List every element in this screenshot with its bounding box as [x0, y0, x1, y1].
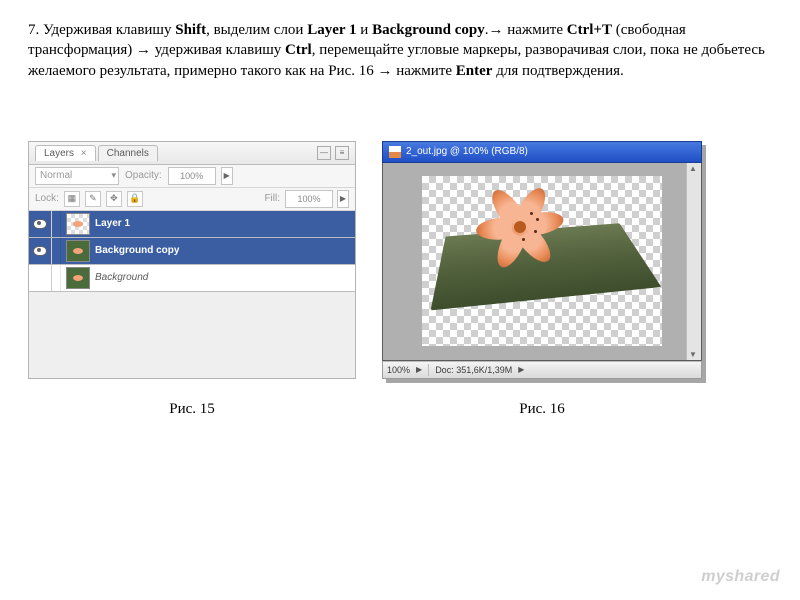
layer-row-bgcopy[interactable]: Background copy: [29, 238, 355, 265]
document-window: 2_out.jpg @ 100% (RGB/8) 100% ▶: [382, 141, 702, 379]
tab-layers-label: Layers: [44, 148, 74, 159]
window-titlebar[interactable]: 2_out.jpg @ 100% (RGB/8): [382, 141, 702, 163]
canvas-area[interactable]: [422, 176, 662, 346]
doc-size: Doc: 351,6K/1,39M: [435, 365, 512, 375]
blend-mode-combo[interactable]: Normal: [35, 167, 119, 185]
key-shift: Shift: [175, 22, 206, 38]
t: и: [357, 22, 373, 38]
layer-thumbnail: [66, 240, 90, 262]
t: , выделим слои: [206, 22, 307, 38]
caption-fig16: Рис. 16: [382, 401, 702, 418]
chevron-right-icon[interactable]: ▶: [221, 167, 233, 185]
layers-panel: Layers × Channels — ≡ Normal Opacity: 10…: [28, 141, 356, 379]
link-col: [52, 211, 61, 237]
close-icon[interactable]: ×: [81, 148, 87, 159]
vertical-scrollbar[interactable]: [686, 163, 701, 360]
layer-thumbnail: [66, 213, 90, 235]
visibility-toggle[interactable]: [29, 211, 52, 237]
lock-brush-icon[interactable]: ✎: [85, 191, 101, 207]
layer-name: Background: [95, 272, 148, 283]
zoom-value[interactable]: 100%: [387, 365, 410, 375]
fill-label: Fill:: [264, 193, 280, 204]
panel-empty-area: [29, 292, 355, 379]
divider: [428, 364, 429, 376]
lock-transparency-icon[interactable]: ▦: [64, 191, 80, 207]
fill-field[interactable]: 100%: [285, 190, 333, 208]
tab-channels-label: Channels: [107, 148, 149, 159]
t: .→ нажмите: [485, 22, 567, 38]
chevron-right-icon[interactable]: ▶: [518, 365, 524, 374]
tab-channels[interactable]: Channels: [98, 145, 158, 161]
opacity-field[interactable]: 100%: [168, 167, 216, 185]
t: для подтверждения.: [492, 63, 623, 79]
t: 7. Удерживая клавишу: [28, 22, 175, 38]
panel-tabs: Layers × Channels — ≡: [29, 142, 355, 165]
lock-all-icon[interactable]: 🔒: [127, 191, 143, 207]
key-enter: Enter: [456, 63, 493, 79]
layer-name: Background copy: [95, 245, 179, 256]
chevron-right-icon[interactable]: ▶: [337, 190, 349, 208]
opacity-label: Opacity:: [125, 170, 162, 181]
window-title: 2_out.jpg @ 100% (RGB/8): [406, 146, 528, 157]
instruction-paragraph: 7. Удерживая клавишу Shift, выделим слои…: [28, 20, 772, 81]
key-ctrl: Ctrl: [285, 42, 312, 58]
lock-move-icon[interactable]: ✥: [106, 191, 122, 207]
visibility-toggle[interactable]: [29, 265, 52, 291]
eye-icon: [33, 246, 47, 256]
layer-name: Layer 1: [95, 218, 130, 229]
layer-row-layer1[interactable]: Layer 1: [29, 211, 355, 238]
chevron-right-icon[interactable]: ▶: [416, 365, 422, 374]
transformed-plane: [431, 224, 662, 311]
panel-menu-icon[interactable]: ≡: [335, 146, 349, 160]
status-bar: 100% ▶ Doc: 351,6K/1,39M ▶: [382, 361, 702, 379]
watermark: myshared: [701, 568, 780, 586]
eye-icon: [33, 219, 47, 229]
layer-thumbnail: [66, 267, 90, 289]
link-col: [52, 265, 61, 291]
blend-options-row: Normal Opacity: 100% ▶: [29, 165, 355, 188]
figure-captions: Рис. 15 Рис. 16: [28, 401, 772, 418]
link-col: [52, 238, 61, 264]
layer1-ref: Layer 1: [307, 22, 356, 38]
caption-fig15: Рис. 15: [28, 401, 356, 418]
visibility-toggle[interactable]: [29, 238, 52, 264]
bgcopy-ref: Background copy: [372, 22, 485, 38]
lock-label: Lock:: [35, 193, 59, 204]
document-body: [382, 163, 702, 361]
lock-row: Lock: ▦ ✎ ✥ 🔒 Fill: 100% ▶: [29, 188, 355, 211]
tab-layers[interactable]: Layers ×: [35, 145, 96, 161]
key-ctrlt: Ctrl+T: [567, 22, 612, 38]
minimize-icon[interactable]: —: [317, 146, 331, 160]
layer-row-background[interactable]: Background: [29, 265, 355, 292]
document-icon: [389, 146, 401, 158]
